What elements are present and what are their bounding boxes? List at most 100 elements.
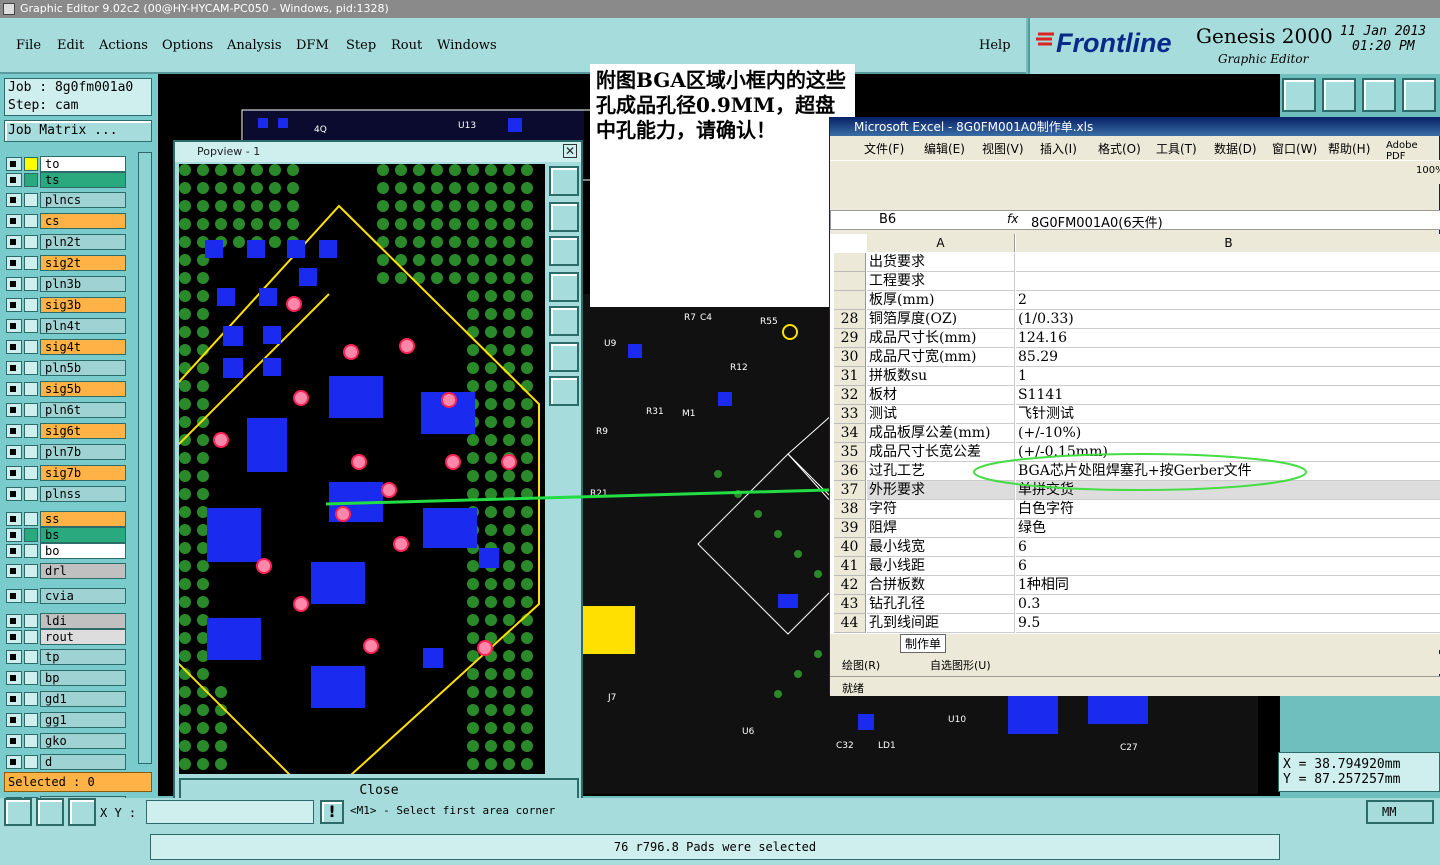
layer-color-swatch[interactable] [24, 734, 38, 748]
layer-row-ldi[interactable]: ldi [6, 613, 126, 629]
layer-checkbox[interactable] [6, 487, 22, 501]
excel-menu-data[interactable]: 数据(D) [1214, 140, 1257, 157]
col-header-a[interactable]: A [867, 234, 1015, 252]
layer-row-sig6t[interactable]: sig6t [6, 423, 126, 439]
layer-row-gg1[interactable]: gg1 [6, 712, 126, 728]
layer-name[interactable]: gd1 [40, 691, 126, 707]
layer-checkbox[interactable] [6, 671, 22, 685]
layer-checkbox[interactable] [6, 361, 22, 375]
layer-name[interactable]: pln6t [40, 402, 126, 418]
cell-a[interactable]: 最小线距 [867, 557, 1015, 576]
layer-checkbox[interactable] [6, 340, 22, 354]
layer-row-to[interactable]: to [6, 156, 126, 172]
cell-b[interactable]: 2 [1016, 291, 1440, 310]
layer-name[interactable]: sig6t [40, 423, 126, 439]
cell-a[interactable]: 测试 [867, 405, 1015, 424]
snap-icon[interactable] [4, 798, 32, 826]
excel-menu-file[interactable]: 文件(F) [864, 140, 904, 157]
layer-row-plncs[interactable]: plncs [6, 192, 126, 208]
layer-row-drl[interactable]: drl [6, 563, 126, 579]
layer-name[interactable]: tp [40, 649, 126, 665]
measure-icon[interactable] [36, 798, 64, 826]
row-header[interactable]: 33 [834, 405, 866, 424]
layer-row-ts[interactable]: ts [6, 172, 126, 188]
layer-color-swatch[interactable] [24, 445, 38, 459]
row-header[interactable]: 44 [834, 614, 866, 633]
layer-checkbox[interactable] [6, 298, 22, 312]
layer-name[interactable]: plncs [40, 192, 126, 208]
excel-menu-tools[interactable]: 工具(T) [1156, 140, 1197, 157]
close-icon[interactable]: ✕ [563, 144, 577, 158]
cell-a[interactable]: 阻焊 [867, 519, 1015, 538]
layer-name[interactable]: sig5b [40, 381, 126, 397]
cell-b[interactable]: (1/0.33) [1016, 310, 1440, 329]
row-header[interactable] [834, 272, 866, 291]
xy-input[interactable] [146, 800, 314, 824]
layer-color-swatch[interactable] [24, 487, 38, 501]
layer-row-cvia[interactable]: cvia [6, 588, 126, 604]
layer-color-swatch[interactable] [24, 298, 38, 312]
menu-file[interactable]: File [16, 38, 41, 53]
cell-b[interactable]: 6 [1016, 557, 1440, 576]
layer-checkbox[interactable] [6, 173, 22, 187]
draw-menu[interactable]: 绘图(R) [842, 657, 880, 673]
row-header[interactable] [834, 291, 866, 310]
excel-menu-window[interactable]: 窗口(W) [1272, 140, 1317, 157]
layer-color-swatch[interactable] [24, 361, 38, 375]
layer-color-swatch[interactable] [24, 630, 38, 644]
layer-name[interactable]: sig3b [40, 297, 126, 313]
cell-b[interactable] [1016, 272, 1440, 291]
excel-menu-pdf[interactable]: Adobe PDF [1386, 140, 1439, 162]
layer-row-pln2t[interactable]: pln2t [6, 234, 126, 250]
layer-row-bs[interactable]: bs [6, 527, 126, 543]
row-header[interactable]: 32 [834, 386, 866, 405]
layer-name[interactable]: gg1 [40, 712, 126, 728]
row-header[interactable]: 40 [834, 538, 866, 557]
cell-b[interactable]: 124.16 [1016, 329, 1440, 348]
alert-icon[interactable]: ! [320, 800, 344, 824]
layer-color-swatch[interactable] [24, 157, 38, 171]
menu-windows[interactable]: Windows [437, 38, 497, 53]
layer-color-swatch[interactable] [24, 650, 38, 664]
layer-color-swatch[interactable] [24, 589, 38, 603]
cell-b[interactable] [1016, 253, 1440, 272]
cell-a[interactable]: 工程要求 [867, 272, 1015, 291]
layer-checkbox[interactable] [6, 755, 22, 769]
layer-row-pln7b[interactable]: pln7b [6, 444, 126, 460]
layer-row-tp[interactable]: tp [6, 649, 126, 665]
layer-color-swatch[interactable] [24, 528, 38, 542]
layer-name[interactable]: cs [40, 213, 126, 229]
layer-row-rout[interactable]: rout [6, 629, 126, 645]
menu-options[interactable]: Options [162, 38, 213, 53]
layer-color-swatch[interactable] [24, 403, 38, 417]
layer-checkbox[interactable] [6, 256, 22, 270]
layer-color-swatch[interactable] [24, 235, 38, 249]
layer-color-swatch[interactable] [24, 424, 38, 438]
cell-b[interactable]: 6 [1016, 538, 1440, 557]
row-header[interactable]: 35 [834, 443, 866, 462]
layer-row-cs[interactable]: cs [6, 213, 126, 229]
zoom-home-icon[interactable] [1282, 78, 1316, 112]
layer-checkbox[interactable] [6, 403, 22, 417]
layer-checkbox[interactable] [6, 630, 22, 644]
layer-checkbox[interactable] [6, 466, 22, 480]
layer-row-bo[interactable]: bo [6, 543, 126, 559]
layer-checkbox[interactable] [6, 589, 22, 603]
pan-left-icon[interactable] [549, 272, 579, 302]
layer-name[interactable]: pln7b [40, 444, 126, 460]
autoshape-menu[interactable]: 自选图形(U) [930, 657, 991, 673]
layer-checkbox[interactable] [6, 528, 22, 542]
row-header[interactable]: 39 [834, 519, 866, 538]
layer-row-sig4t[interactable]: sig4t [6, 339, 126, 355]
layer-row-gko[interactable]: gko [6, 733, 126, 749]
pan-right-icon[interactable] [549, 306, 579, 336]
excel-menu-edit[interactable]: 编辑(E) [924, 140, 965, 157]
layer-checkbox[interactable] [6, 319, 22, 333]
layer-checkbox[interactable] [6, 235, 22, 249]
layer-name[interactable]: d [40, 754, 126, 770]
cell-b[interactable]: 9.5 [1016, 614, 1440, 633]
layer-checkbox[interactable] [6, 692, 22, 706]
menu-rout[interactable]: Rout [391, 38, 422, 53]
cell-b[interactable]: 0.3 [1016, 595, 1440, 614]
cell-b[interactable]: 1 [1016, 367, 1440, 386]
